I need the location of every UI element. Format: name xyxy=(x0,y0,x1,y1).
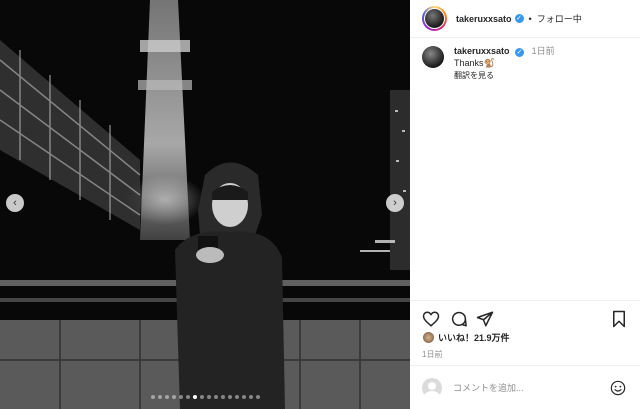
carousel-dot xyxy=(178,395,183,399)
carousel-dot xyxy=(220,395,225,399)
story-ring[interactable] xyxy=(422,6,447,31)
carousel-next-button[interactable]: › xyxy=(386,194,404,212)
verified-icon: ✓ xyxy=(514,14,524,23)
post-username[interactable]: takeruxxsato xyxy=(456,14,512,24)
emoji-icon[interactable] xyxy=(610,380,626,396)
caption-comment: takeruxxsato ✓ 1日前 Thanks🐒 翻訳を見る xyxy=(410,38,640,89)
likes-count[interactable]: いいね！21.9万件 xyxy=(438,331,510,344)
carousel-dot xyxy=(206,395,211,399)
post-side-panel: takeruxxsato ✓ • フォロー中 takeruxxsato ✓ 1日… xyxy=(410,0,640,409)
carousel-dot xyxy=(241,395,246,399)
bookmark-icon[interactable] xyxy=(610,310,628,328)
carousel-dot xyxy=(255,395,260,399)
comment-username[interactable]: takeruxxsato xyxy=(454,46,510,56)
carousel-dot xyxy=(227,395,232,399)
carousel-dot xyxy=(213,395,218,399)
carousel-dot xyxy=(171,395,176,399)
carousel-dot xyxy=(164,395,169,399)
user-avatar xyxy=(422,377,442,398)
carousel-dot xyxy=(192,395,197,399)
comment-avatar[interactable] xyxy=(422,46,444,68)
liker-avatar xyxy=(422,331,435,344)
carousel-prev-button[interactable]: ‹ xyxy=(6,194,24,212)
share-icon[interactable] xyxy=(476,310,494,328)
carousel-dot xyxy=(150,395,155,399)
post-time[interactable]: 1日前 xyxy=(422,349,442,360)
chevron-left-icon: ‹ xyxy=(13,196,17,209)
comment-text: Thanks🐒 xyxy=(454,58,495,68)
comment-icon[interactable] xyxy=(450,310,468,328)
verified-icon: ✓ xyxy=(515,48,525,57)
post-photo[interactable]: ‹ › xyxy=(0,0,410,409)
likes-row[interactable]: いいね！21.9万件 xyxy=(422,331,510,344)
heart-icon[interactable] xyxy=(422,310,440,328)
chevron-right-icon: › xyxy=(393,196,397,209)
follow-status-button[interactable]: フォロー中 xyxy=(537,12,582,25)
carousel-dots xyxy=(0,395,410,399)
carousel-dot xyxy=(234,395,239,399)
carousel-dot xyxy=(157,395,162,399)
comment-time[interactable]: 1日前 xyxy=(532,46,555,56)
separator: • xyxy=(528,13,532,24)
carousel-dot xyxy=(248,395,253,399)
translate-link[interactable]: 翻訳を見る xyxy=(454,70,555,81)
carousel-dot xyxy=(185,395,190,399)
avatar[interactable] xyxy=(425,9,444,28)
night-scene-image xyxy=(0,0,410,409)
carousel-dot xyxy=(199,395,204,399)
add-comment-bar: コメントを追加... xyxy=(410,365,640,409)
post-header: takeruxxsato ✓ • フォロー中 xyxy=(410,0,640,38)
